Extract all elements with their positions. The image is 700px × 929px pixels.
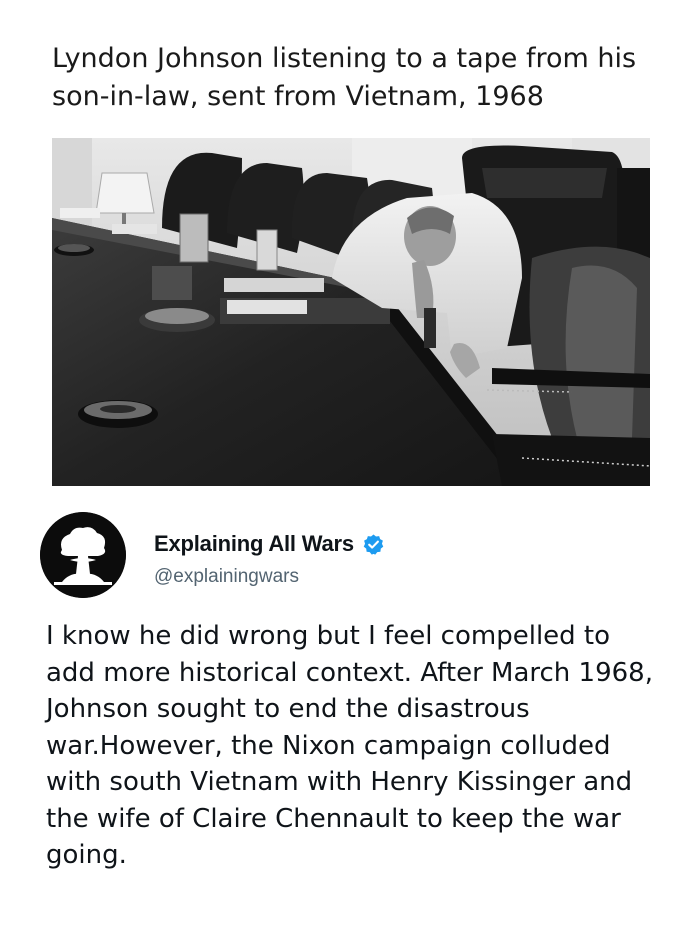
name-line: Explaining All Wars [154,529,385,559]
photo-illustration [52,138,650,486]
mushroom-cloud-icon [40,512,126,598]
display-name[interactable]: Explaining All Wars [154,531,354,557]
user-handle[interactable]: @explainingwars [154,566,299,588]
tweet-header: Explaining All Wars @explainingwars [40,512,660,602]
post-caption: Lyndon Johnson listening to a tape from … [52,43,637,112]
historical-photo [52,138,650,486]
tweet-text: I know he did wrong but I feel compelled… [46,621,653,870]
avatar[interactable] [40,512,126,598]
verified-badge-icon [362,533,385,556]
